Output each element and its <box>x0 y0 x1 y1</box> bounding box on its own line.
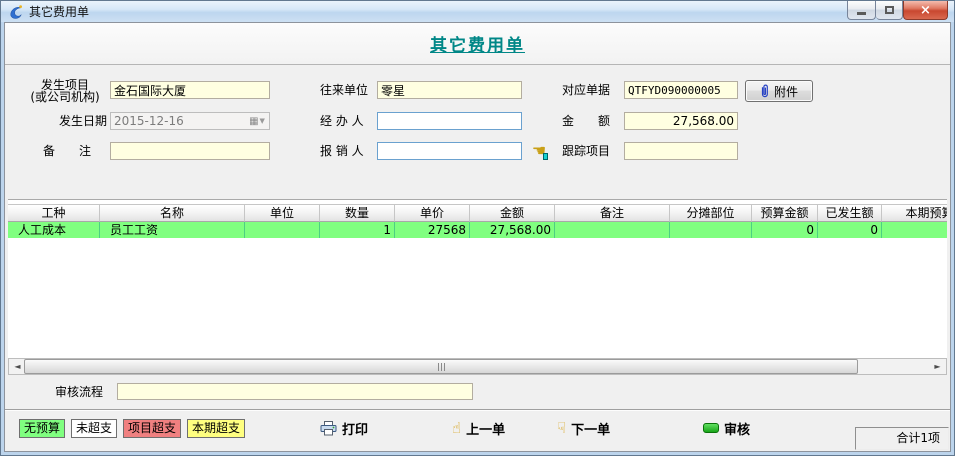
next-button-label: 下一单 <box>571 419 610 438</box>
close-button[interactable]: × <box>903 1 948 20</box>
table-row[interactable]: 人工成本 员工工资 1 27568 27,568.00 0 0 <box>8 222 947 238</box>
document-input[interactable] <box>624 81 738 99</box>
review-flow-label: 审核流程 <box>55 384 103 401</box>
status-legend: 无预算 未超支 项目超支 本期超支 <box>19 419 245 438</box>
counterparty-label: 往来单位 <box>320 81 368 99</box>
handler-input[interactable] <box>377 112 522 130</box>
tracking-input[interactable] <box>624 142 738 160</box>
cell-quantity: 1 <box>320 222 395 238</box>
window-controls: × <box>847 1 948 20</box>
cell-amount: 27,568.00 <box>470 222 555 238</box>
cell-period-budget <box>882 222 947 238</box>
attachment-button-label: 附件 <box>774 83 798 100</box>
form-header: 其它费用单 <box>5 23 950 65</box>
legend-project-over: 项目超支 <box>123 419 181 438</box>
cell-unit <box>245 222 320 238</box>
print-button-label: 打印 <box>342 419 368 438</box>
next-record-button[interactable]: ☟ 下一单 <box>557 418 610 438</box>
remark-label: 备 注 <box>43 142 91 160</box>
paperclip-icon <box>760 84 770 98</box>
counterparty-input[interactable] <box>377 81 522 99</box>
review-flow-input[interactable] <box>117 383 473 400</box>
tracking-label: 跟踪项目 <box>562 142 610 160</box>
calendar-icon: ▦ <box>249 116 258 127</box>
maximize-button[interactable] <box>876 1 903 20</box>
audit-button[interactable]: 审核 <box>703 418 750 438</box>
hand-up-icon: ☝ <box>452 419 461 437</box>
col-header-incurred[interactable]: 已发生额 <box>818 204 882 222</box>
col-header-remark[interactable]: 备注 <box>555 204 670 222</box>
footer-divider <box>5 409 950 411</box>
previous-record-button[interactable]: ☝ 上一单 <box>452 418 505 438</box>
total-count-status: 合计1项 <box>855 427 949 450</box>
horizontal-scrollbar[interactable]: ◄ ► <box>8 358 947 375</box>
amount-input[interactable] <box>624 112 738 130</box>
col-header-budget[interactable]: 预算金额 <box>752 204 818 222</box>
scroll-right-arrow-icon[interactable]: ► <box>929 359 946 374</box>
col-header-amount[interactable]: 金额 <box>470 204 555 222</box>
expense-items-table: 工种 名称 单位 数量 单价 金额 备注 分摊部位 预算金额 已发生额 本期预算… <box>8 199 947 358</box>
scrollbar-grip-icon <box>441 363 442 371</box>
app-icon <box>8 4 24 20</box>
legend-period-over: 本期超支 <box>187 419 245 438</box>
col-header-period-budget[interactable]: 本期预算金额 <box>882 204 947 222</box>
cell-name: 员工工资 <box>100 222 245 238</box>
window-body: 其它费用单 发生项目 (或公司机构) 往来单位 对应单据 附件 发生日期 201… <box>4 22 951 452</box>
cell-budget: 0 <box>752 222 818 238</box>
col-header-name[interactable]: 名称 <box>100 204 245 222</box>
legend-within-budget: 未超支 <box>71 419 117 438</box>
cell-worktype: 人工成本 <box>8 222 100 238</box>
cell-allocation <box>670 222 752 238</box>
previous-button-label: 上一单 <box>466 419 505 438</box>
maximize-icon <box>885 6 894 14</box>
audit-button-label: 审核 <box>724 419 750 438</box>
date-value: 2015-12-16 <box>111 114 245 128</box>
hand-icon-accent <box>543 153 548 160</box>
col-header-unit[interactable]: 单位 <box>245 204 320 222</box>
cell-incurred: 0 <box>818 222 882 238</box>
date-picker[interactable]: 2015-12-16 ▦ ▼ <box>110 112 270 130</box>
col-header-quantity[interactable]: 数量 <box>320 204 395 222</box>
legend-no-budget: 无预算 <box>19 419 65 438</box>
document-label: 对应单据 <box>562 81 610 99</box>
chevron-down-icon: ▼ <box>260 117 265 125</box>
select-person-icon[interactable]: ☚ <box>529 142 549 162</box>
calendar-dropdown-button[interactable]: ▦ ▼ <box>245 113 269 129</box>
amount-label: 金 额 <box>562 112 610 130</box>
close-icon: × <box>920 3 931 18</box>
col-header-allocation[interactable]: 分摊部位 <box>670 204 752 222</box>
title-bar[interactable]: 其它费用单 × <box>1 1 954 22</box>
expense-form-window: 其它费用单 × 其它费用单 发生项目 (或公司机构) 往来单位 对应单据 附件 <box>0 0 955 456</box>
minimize-icon <box>857 12 866 15</box>
page-title: 其它费用单 <box>430 31 525 56</box>
printer-icon <box>320 421 337 436</box>
date-label: 发生日期 <box>59 112 107 130</box>
cell-remark <box>555 222 670 238</box>
handler-label: 经 办 人 <box>320 112 364 130</box>
reimburser-input[interactable] <box>377 142 522 160</box>
attachment-button[interactable]: 附件 <box>745 80 813 102</box>
audit-chip-icon <box>703 423 719 433</box>
reimburser-label: 报 销 人 <box>320 142 364 160</box>
minimize-button[interactable] <box>847 1 876 20</box>
project-input[interactable] <box>110 81 270 99</box>
remark-input[interactable] <box>110 142 270 160</box>
cell-unitprice: 27568 <box>395 222 470 238</box>
print-button[interactable]: 打印 <box>320 418 368 438</box>
col-header-unitprice[interactable]: 单价 <box>395 204 470 222</box>
table-header-row: 工种 名称 单位 数量 单价 金额 备注 分摊部位 预算金额 已发生额 本期预算… <box>8 204 947 222</box>
scrollbar-thumb[interactable] <box>24 359 858 374</box>
window-title: 其它费用单 <box>29 3 89 20</box>
project-label: 发生项目 (或公司机构) <box>19 79 111 103</box>
col-header-worktype[interactable]: 工种 <box>8 204 100 222</box>
hand-down-icon: ☟ <box>557 419 566 437</box>
